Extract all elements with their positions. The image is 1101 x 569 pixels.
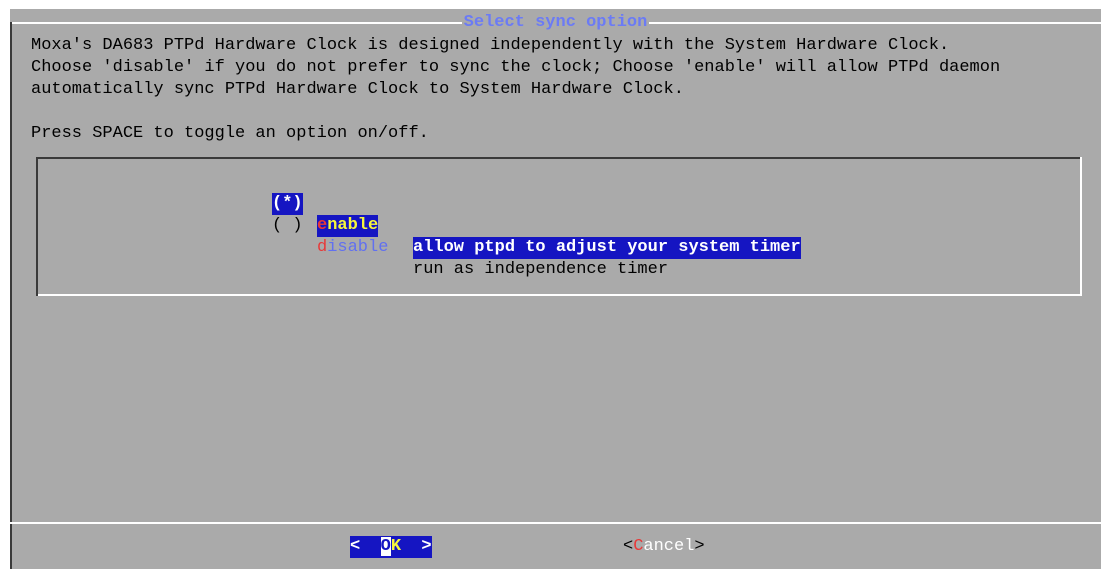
option-tag-rest: isable [327,238,389,257]
option-tag-rest: nable [327,216,379,235]
cancel-button-label-rest: ancel [643,537,695,556]
ok-button-left-bracket: < [350,537,361,556]
terminal-screen: Select sync option Moxa's DA683 PTPd Har… [0,0,1101,569]
dialog-border-left [10,22,12,569]
option-tag-disable[interactable]: disable [317,237,388,259]
radio-option-disable[interactable]: ( ) disable run as independence timer [36,193,1080,279]
cancel-button-right-bracket: > [694,537,705,556]
dialog-title: Select sync option [461,13,650,32]
dialog-window: Select sync option Moxa's DA683 PTPd Har… [10,9,1101,569]
cancel-button-left-bracket: < [623,537,634,556]
option-description-disable[interactable]: run as independence timer [413,259,668,281]
message-line-2: Choose 'disable' if you do not prefer to… [31,58,1001,77]
ok-button[interactable]: < OK > [350,536,432,558]
radiolist-box: (*) enable allow ptpd to adjust your sys… [36,157,1082,296]
radiolist-border-right [1080,157,1082,296]
radio-mark-unselected[interactable]: ( ) [272,215,303,237]
ok-button-hotkey: O [380,537,391,556]
option-description-enable[interactable]: allow ptpd to adjust your system timer [413,237,801,259]
instruction-text: Press SPACE to toggle an option on/off. [31,124,429,143]
dialog-title-bar: Select sync option [10,13,1101,32]
ok-button-label-rest: K [390,537,402,556]
message-line-3: automatically sync PTPd Hardware Clock t… [31,80,684,99]
radio-option-enable[interactable]: (*) enable allow ptpd to adjust your sys… [36,171,1080,259]
cancel-button-hotkey: C [633,537,644,556]
cancel-button[interactable]: <Cancel> [623,536,705,558]
option-hotkey-e: e [317,216,328,235]
radiolist-border-top [36,157,1082,159]
ok-button-right-bracket: > [421,537,432,556]
option-hotkey-d: d [317,238,328,257]
message-line-1: Moxa's DA683 PTPd Hardware Clock is desi… [31,36,950,55]
button-area-separator [10,522,1101,524]
radiolist-border-bottom [38,294,1082,296]
option-tag-enable[interactable]: enable [317,215,379,237]
